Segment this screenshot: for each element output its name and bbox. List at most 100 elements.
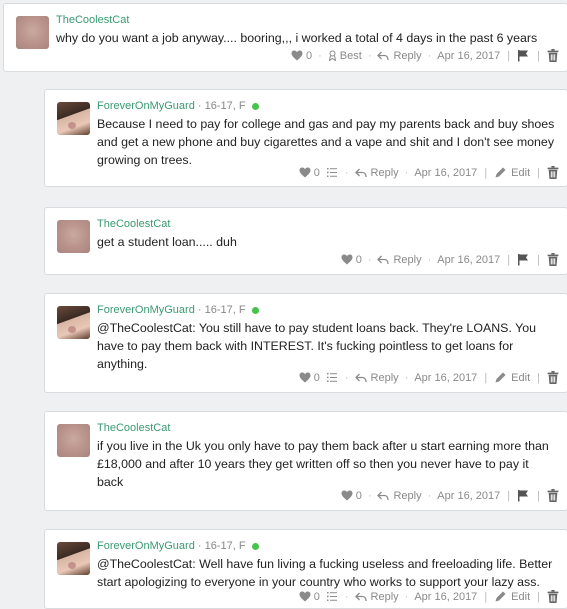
trash-icon[interactable] [547, 371, 559, 384]
divider: | [537, 590, 540, 603]
username-link[interactable]: ForeverOnMyGuard [97, 100, 195, 112]
edit-button[interactable]: Edit [494, 166, 530, 179]
like-button[interactable]: 0 [299, 372, 320, 384]
reply-button[interactable]: Reply [354, 166, 399, 179]
reply-label: Reply [393, 253, 422, 266]
comment-meta: ForeverOnMyGuard · 16-17, F [97, 304, 259, 316]
pencil-icon [494, 371, 507, 384]
comment-meta: TheCoolestCat [97, 422, 170, 434]
reply-label: Reply [370, 166, 399, 179]
like-button[interactable]: 0 [299, 591, 320, 603]
trash-icon[interactable] [547, 253, 559, 266]
edit-label: Edit [511, 590, 531, 603]
comment-text: get a student loan..... duh [97, 235, 237, 249]
online-indicator [251, 306, 259, 314]
trash-icon[interactable] [547, 590, 559, 603]
divider: | [484, 590, 488, 603]
online-indicator [251, 542, 259, 550]
comment-actions: 0 · Reply · Apr 16, 2017 | Edit | [299, 166, 559, 179]
comment-card: TheCoolestCat get a student loan..... du… [44, 207, 567, 275]
reply-icon [354, 373, 367, 383]
list-icon[interactable] [326, 372, 339, 383]
divider: | [484, 371, 488, 384]
reply-button[interactable]: Reply [377, 50, 422, 62]
reply-button[interactable]: Reply [377, 489, 422, 502]
reply-icon [377, 51, 390, 61]
divider: | [537, 371, 540, 384]
separator: · [367, 489, 372, 502]
separator: · [404, 371, 409, 384]
heart-icon [291, 50, 303, 61]
comment-date: Apr 16, 2017 [437, 49, 501, 62]
comment-card: TheCoolestCat if you live in the Uk you … [44, 411, 567, 511]
edit-label: Edit [511, 166, 531, 179]
username-link[interactable]: TheCoolestCat [56, 14, 129, 26]
list-icon[interactable] [326, 167, 339, 178]
avatar[interactable] [57, 542, 90, 575]
like-count: 0 [313, 590, 320, 603]
flag-icon[interactable] [517, 253, 530, 266]
avatar[interactable] [57, 220, 90, 253]
reply-icon [377, 255, 390, 265]
avatar[interactable] [16, 16, 49, 49]
username-link[interactable]: TheCoolestCat [97, 218, 170, 230]
ribbon-icon [328, 50, 337, 61]
flag-icon[interactable] [517, 489, 530, 502]
online-indicator [251, 102, 259, 110]
separator: · [344, 371, 349, 384]
edit-button[interactable]: Edit [494, 371, 530, 384]
reply-button[interactable]: Reply [354, 590, 399, 603]
heart-icon [341, 254, 353, 265]
comment-date: Apr 16, 2017 [414, 166, 478, 179]
comment-date: Apr 16, 2017 [414, 371, 478, 384]
trash-icon[interactable] [547, 489, 559, 502]
divider: | [484, 166, 488, 179]
edit-label: Edit [511, 371, 531, 384]
reply-button[interactable]: Reply [354, 372, 399, 384]
reply-icon [377, 491, 390, 501]
separator: · [367, 253, 372, 266]
avatar[interactable] [57, 306, 90, 339]
like-count: 0 [355, 489, 362, 502]
flag-icon[interactable] [517, 49, 530, 62]
separator: · [427, 489, 432, 502]
best-button[interactable]: Best [328, 50, 362, 62]
username-link[interactable]: TheCoolestCat [97, 422, 170, 434]
reply-icon [354, 592, 367, 602]
comment-meta: ForeverOnMyGuard · 16-17, F [97, 540, 259, 552]
edit-button[interactable]: Edit [494, 590, 530, 603]
like-count: 0 [313, 166, 320, 179]
reply-label: Reply [393, 489, 422, 502]
comment-text: @TheCoolestCat: You still have to pay st… [97, 321, 537, 371]
list-icon[interactable] [326, 591, 339, 602]
username-link[interactable]: ForeverOnMyGuard [97, 304, 195, 316]
trash-icon[interactable] [547, 166, 559, 179]
divider: | [537, 49, 540, 62]
comment-text: why do you want a job anyway.... booring… [56, 31, 538, 45]
comment-text: Because I need to pay for college and ga… [97, 117, 555, 167]
like-button[interactable]: 0 [299, 167, 320, 179]
comment-meta: ForeverOnMyGuard · 16-17, F [97, 100, 259, 112]
comment-meta: TheCoolestCat [56, 14, 129, 26]
user-info: · 16-17, F [197, 100, 246, 112]
trash-icon[interactable] [547, 49, 559, 62]
divider: | [537, 166, 540, 179]
avatar[interactable] [57, 102, 90, 135]
separator: · [344, 590, 349, 603]
best-label: Best [339, 49, 362, 62]
reply-button[interactable]: Reply [377, 253, 422, 266]
heart-icon [299, 372, 311, 383]
divider: | [507, 253, 511, 266]
like-button[interactable]: 0 [341, 490, 362, 502]
user-info: · 16-17, F [197, 540, 246, 552]
comment-card: ForeverOnMyGuard · 16-17, F @TheCoolestC… [44, 529, 567, 609]
heart-icon [299, 591, 311, 602]
avatar[interactable] [57, 424, 90, 457]
comment-meta: TheCoolestCat [97, 218, 170, 230]
like-button[interactable]: 0 [341, 254, 362, 266]
username-link[interactable]: ForeverOnMyGuard [97, 540, 195, 552]
like-button[interactable]: 0 [291, 50, 312, 62]
pencil-icon [494, 166, 507, 179]
separator: · [344, 166, 349, 179]
reply-label: Reply [370, 590, 399, 603]
